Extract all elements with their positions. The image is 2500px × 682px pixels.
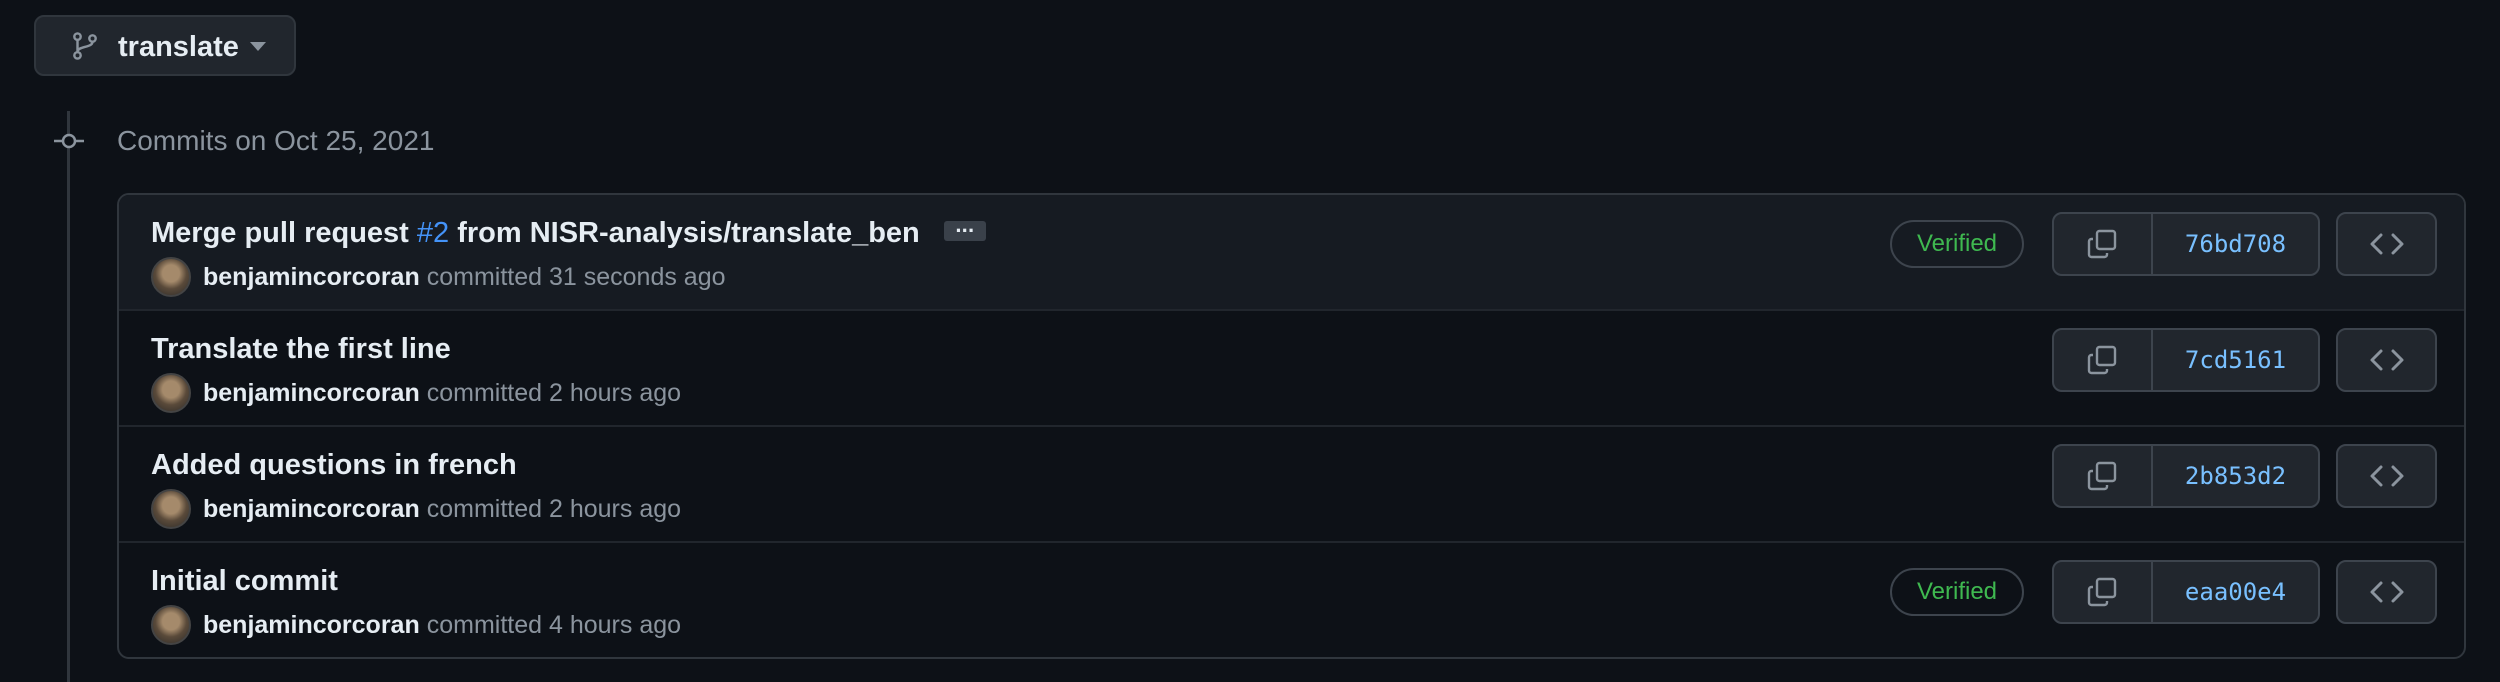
commit-meta: benjamincorcoran committed 2 hours ago (151, 487, 681, 531)
commit-row: Initial commit benjamincorcoran committe… (119, 543, 2464, 657)
copy-icon (2087, 577, 2117, 607)
browse-repo-button[interactable] (2336, 560, 2437, 624)
verified-badge[interactable]: Verified (1890, 568, 2024, 616)
timeline-line (67, 111, 70, 682)
commit-title-text[interactable]: from NISR-analysis/translate_ben (449, 217, 920, 249)
avatar[interactable] (151, 489, 191, 529)
author-link[interactable]: benjamincorcoran (203, 263, 420, 292)
verified-badge[interactable]: Verified (1890, 220, 2024, 268)
commit-title[interactable]: Translate the first line (151, 331, 451, 367)
author-link[interactable]: benjamincorcoran (203, 379, 420, 408)
commit-sha-link[interactable]: eaa00e4 (2153, 562, 2318, 622)
copy-sha-button[interactable] (2054, 446, 2153, 506)
copy-sha-button[interactable] (2054, 330, 2153, 390)
avatar[interactable] (151, 605, 191, 645)
copy-sha-button[interactable] (2054, 214, 2153, 274)
commit-time: committed 31 seconds ago (426, 262, 726, 291)
browse-repo-button[interactable] (2336, 328, 2437, 392)
commit-title[interactable]: Added questions in french (151, 447, 517, 483)
code-icon (2370, 465, 2404, 487)
copy-sha-button[interactable] (2054, 562, 2153, 622)
copy-icon (2087, 345, 2117, 375)
avatar[interactable] (151, 373, 191, 413)
commit-time: committed 4 hours ago (426, 610, 682, 639)
author-link[interactable]: benjamincorcoran (203, 495, 420, 524)
browse-repo-button[interactable] (2336, 212, 2437, 276)
code-icon (2370, 581, 2404, 603)
avatar[interactable] (151, 257, 191, 297)
commit-title-text[interactable]: Merge pull request (151, 217, 417, 249)
commit-meta: benjamincorcoran committed 2 hours ago (151, 371, 681, 415)
commit-title[interactable]: Initial commit (151, 563, 338, 599)
copy-icon (2087, 229, 2117, 259)
browse-repo-button[interactable] (2336, 444, 2437, 508)
commit-row: Merge pull request #2 from NISR-analysis… (119, 195, 2464, 311)
commit-title[interactable]: Merge pull request #2 from NISR-analysis… (151, 215, 986, 251)
branch-name: translate (118, 31, 239, 63)
code-icon (2370, 233, 2404, 255)
sha-button-group: 7cd5161 (2052, 328, 2320, 392)
author-link[interactable]: benjamincorcoran (203, 611, 420, 640)
git-commit-icon (54, 133, 84, 149)
code-icon (2370, 349, 2404, 371)
commit-row: Translate the first line benjamincorcora… (119, 311, 2464, 427)
commit-time: committed 2 hours ago (426, 378, 682, 407)
copy-icon (2087, 461, 2117, 491)
commit-sha-link[interactable]: 76bd708 (2153, 214, 2318, 274)
pull-request-link[interactable]: #2 (417, 217, 449, 249)
commit-row: Added questions in french benjamincorcor… (119, 427, 2464, 543)
commit-date-heading: Commits on Oct 25, 2021 (117, 125, 435, 156)
branch-selector-button[interactable]: translate (34, 15, 296, 76)
commit-list: Merge pull request #2 from NISR-analysis… (117, 193, 2466, 659)
sha-button-group: 76bd708 (2052, 212, 2320, 276)
commit-sha-link[interactable]: 2b853d2 (2153, 446, 2318, 506)
commit-time: committed 2 hours ago (426, 494, 682, 523)
ellipsis-icon: ··· (955, 218, 975, 244)
caret-down-icon (250, 42, 266, 51)
expand-message-button[interactable]: ··· (943, 218, 986, 243)
commit-sha-link[interactable]: 7cd5161 (2153, 330, 2318, 390)
sha-button-group: eaa00e4 (2052, 560, 2320, 624)
commit-meta: benjamincorcoran committed 4 hours ago (151, 603, 681, 647)
commit-meta: benjamincorcoran committed 31 seconds ag… (151, 255, 726, 299)
git-branch-icon (73, 32, 97, 60)
sha-button-group: 2b853d2 (2052, 444, 2320, 508)
